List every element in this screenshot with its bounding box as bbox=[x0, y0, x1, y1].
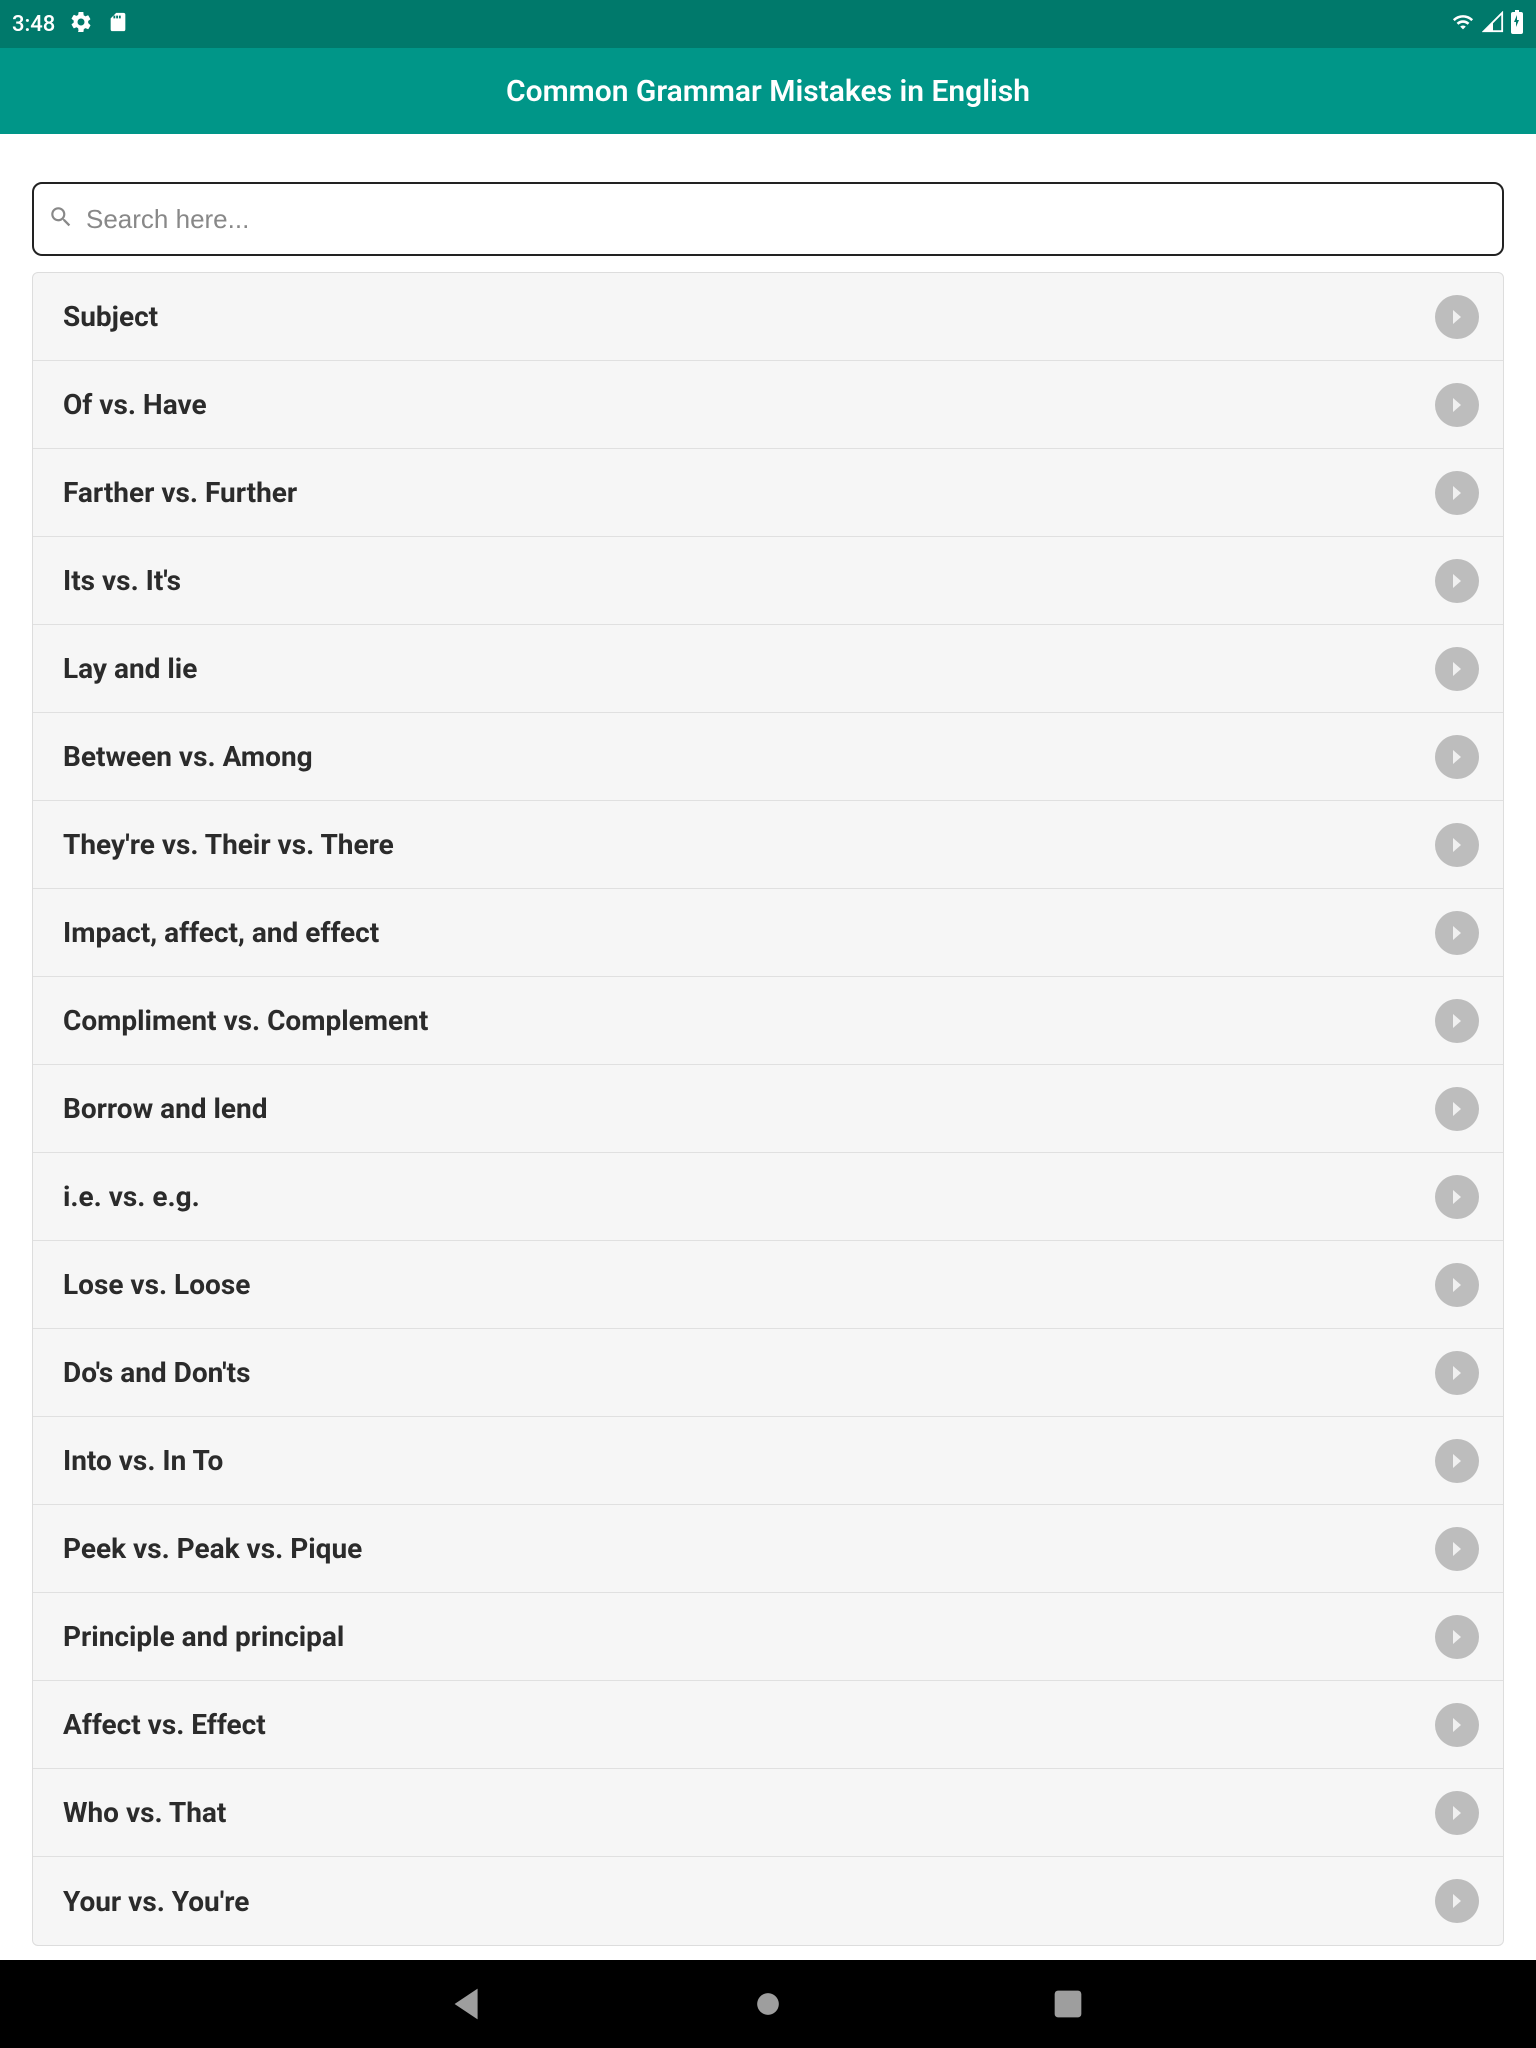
list-item[interactable]: Principle and principal bbox=[33, 1593, 1503, 1681]
list-item-label: Peek vs. Peak vs. Pique bbox=[63, 1532, 362, 1565]
list-item[interactable]: Who vs. That bbox=[33, 1769, 1503, 1857]
chevron-right-icon bbox=[1435, 295, 1479, 339]
list-item[interactable]: Farther vs. Further bbox=[33, 449, 1503, 537]
chevron-right-icon bbox=[1435, 1087, 1479, 1131]
chevron-right-icon bbox=[1435, 1791, 1479, 1835]
status-right bbox=[1450, 10, 1524, 38]
list-item[interactable]: Between vs. Among bbox=[33, 713, 1503, 801]
chevron-right-icon bbox=[1435, 471, 1479, 515]
list-item[interactable]: Lay and lie bbox=[33, 625, 1503, 713]
list-item[interactable]: Lose vs. Loose bbox=[33, 1241, 1503, 1329]
chevron-right-icon bbox=[1435, 911, 1479, 955]
list-item-label: Principle and principal bbox=[63, 1620, 344, 1653]
chevron-right-icon bbox=[1435, 1527, 1479, 1571]
chevron-right-icon bbox=[1435, 383, 1479, 427]
recent-apps-button[interactable] bbox=[1038, 1974, 1098, 2034]
list-item-label: Between vs. Among bbox=[63, 740, 313, 773]
sd-card-icon bbox=[107, 10, 129, 38]
gear-icon bbox=[69, 10, 93, 38]
list-item[interactable]: i.e. vs. e.g. bbox=[33, 1153, 1503, 1241]
list-item[interactable]: Do's and Don'ts bbox=[33, 1329, 1503, 1417]
list-item-label: Its vs. It's bbox=[63, 564, 181, 597]
chevron-right-icon bbox=[1435, 735, 1479, 779]
list-item[interactable]: Compliment vs. Complement bbox=[33, 977, 1503, 1065]
app-bar: Common Grammar Mistakes in English bbox=[0, 48, 1536, 134]
search-container bbox=[0, 134, 1536, 272]
list-item[interactable]: Of vs. Have bbox=[33, 361, 1503, 449]
chevron-right-icon bbox=[1435, 1175, 1479, 1219]
list-item-label: Your vs. You're bbox=[63, 1885, 249, 1918]
status-left: 3:48 bbox=[12, 10, 129, 38]
list-item-label: Borrow and lend bbox=[63, 1092, 267, 1125]
navigation-bar bbox=[0, 1960, 1536, 2048]
list-item[interactable]: Borrow and lend bbox=[33, 1065, 1503, 1153]
chevron-right-icon bbox=[1435, 1615, 1479, 1659]
list-item-label: Lay and lie bbox=[63, 652, 197, 685]
list-item[interactable]: Your vs. You're bbox=[33, 1857, 1503, 1945]
search-box[interactable] bbox=[32, 182, 1504, 256]
back-button[interactable] bbox=[438, 1974, 498, 2034]
search-input[interactable] bbox=[86, 204, 1488, 235]
chevron-right-icon bbox=[1435, 559, 1479, 603]
topic-list: Subject Of vs. Have Farther vs. Further Its… bbox=[32, 272, 1504, 1946]
chevron-right-icon bbox=[1435, 1703, 1479, 1747]
chevron-right-icon bbox=[1435, 999, 1479, 1043]
list-item[interactable]: Affect vs. Effect bbox=[33, 1681, 1503, 1769]
home-button[interactable] bbox=[738, 1974, 798, 2034]
search-icon bbox=[48, 204, 74, 234]
list-item-label: Into vs. In To bbox=[63, 1444, 223, 1477]
chevron-right-icon bbox=[1435, 1879, 1479, 1923]
list-item[interactable]: Impact, affect, and effect bbox=[33, 889, 1503, 977]
chevron-right-icon bbox=[1435, 1351, 1479, 1395]
chevron-right-icon bbox=[1435, 823, 1479, 867]
list-item-label: Subject bbox=[63, 300, 158, 333]
list-item[interactable]: Peek vs. Peak vs. Pique bbox=[33, 1505, 1503, 1593]
status-time: 3:48 bbox=[12, 12, 55, 37]
chevron-right-icon bbox=[1435, 1263, 1479, 1307]
status-bar: 3:48 bbox=[0, 0, 1536, 48]
list-item[interactable]: Its vs. It's bbox=[33, 537, 1503, 625]
signal-icon bbox=[1482, 11, 1504, 37]
list-item-label: Farther vs. Further bbox=[63, 476, 297, 509]
wifi-icon bbox=[1450, 11, 1476, 37]
chevron-right-icon bbox=[1435, 647, 1479, 691]
list-item-label: i.e. vs. e.g. bbox=[63, 1180, 200, 1213]
chevron-right-icon bbox=[1435, 1439, 1479, 1483]
list-item[interactable]: Subject bbox=[33, 273, 1503, 361]
list-item-label: They're vs. Their vs. There bbox=[63, 828, 394, 861]
list-item-label: Affect vs. Effect bbox=[63, 1708, 266, 1741]
page-title: Common Grammar Mistakes in English bbox=[506, 74, 1030, 109]
list-item-label: Of vs. Have bbox=[63, 388, 207, 421]
list-item-label: Impact, affect, and effect bbox=[63, 916, 379, 949]
battery-icon bbox=[1510, 10, 1524, 38]
list-item-label: Who vs. That bbox=[63, 1796, 226, 1829]
list-item[interactable]: They're vs. Their vs. There bbox=[33, 801, 1503, 889]
list-item-label: Do's and Don'ts bbox=[63, 1356, 251, 1389]
list-item-label: Lose vs. Loose bbox=[63, 1268, 250, 1301]
list-item[interactable]: Into vs. In To bbox=[33, 1417, 1503, 1505]
list-item-label: Compliment vs. Complement bbox=[63, 1004, 428, 1037]
content-area: Subject Of vs. Have Farther vs. Further Its… bbox=[0, 134, 1536, 1960]
